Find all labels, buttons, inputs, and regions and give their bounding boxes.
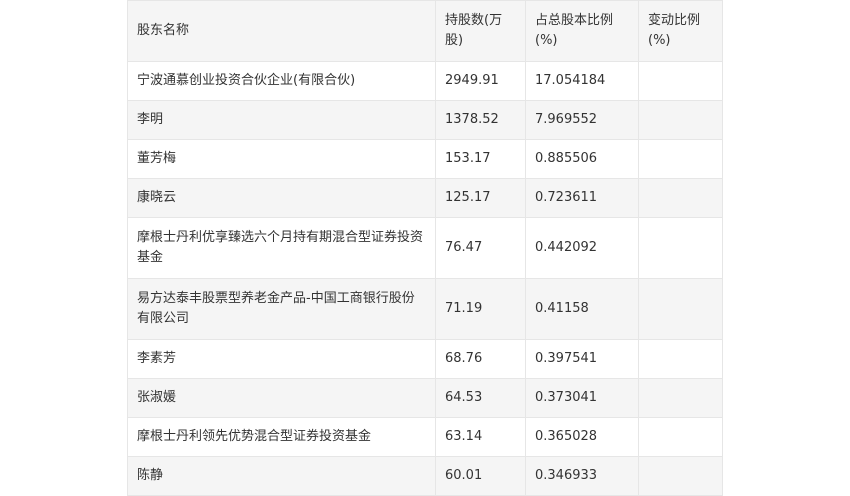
cell-name: 宁波通慕创业投资合伙企业(有限合伙) xyxy=(127,61,436,101)
cell-shares: 60.01 xyxy=(435,456,526,496)
cell-shares: 1378.52 xyxy=(435,100,526,140)
cell-change xyxy=(638,100,723,140)
cell-name: 李明 xyxy=(127,100,436,140)
table-row: 宁波通慕创业投资合伙企业(有限合伙) 2949.91 17.054184 xyxy=(127,61,723,101)
cell-name: 李素芳 xyxy=(127,339,436,379)
cell-name: 康晓云 xyxy=(127,178,436,218)
cell-name: 摩根士丹利领先优势混合型证券投资基金 xyxy=(127,417,436,457)
table-row: 张淑媛 64.53 0.373041 xyxy=(127,378,723,418)
cell-change xyxy=(638,378,723,418)
cell-change xyxy=(638,456,723,496)
cell-shares: 63.14 xyxy=(435,417,526,457)
table-row: 易方达泰丰股票型养老金产品-中国工商银行股份有限公司 71.19 0.41158 xyxy=(127,278,723,340)
cell-ratio: 0.41158 xyxy=(525,278,639,340)
cell-ratio: 0.885506 xyxy=(525,139,639,179)
cell-shares: 125.17 xyxy=(435,178,526,218)
cell-change xyxy=(638,61,723,101)
cell-shares: 76.47 xyxy=(435,217,526,279)
header-shares-held: 持股数(万股) xyxy=(435,0,526,62)
cell-shares: 153.17 xyxy=(435,139,526,179)
table-row: 摩根士丹利领先优势混合型证券投资基金 63.14 0.365028 xyxy=(127,417,723,457)
cell-ratio: 0.346933 xyxy=(525,456,639,496)
cell-ratio: 0.373041 xyxy=(525,378,639,418)
cell-name: 易方达泰丰股票型养老金产品-中国工商银行股份有限公司 xyxy=(127,278,436,340)
cell-name: 摩根士丹利优享臻选六个月持有期混合型证券投资基金 xyxy=(127,217,436,279)
cell-shares: 2949.91 xyxy=(435,61,526,101)
cell-ratio: 0.397541 xyxy=(525,339,639,379)
cell-change xyxy=(638,339,723,379)
table-row: 李明 1378.52 7.969552 xyxy=(127,100,723,140)
cell-ratio: 0.442092 xyxy=(525,217,639,279)
cell-change xyxy=(638,217,723,279)
cell-name: 陈静 xyxy=(127,456,436,496)
cell-ratio: 0.723611 xyxy=(525,178,639,218)
cell-change xyxy=(638,139,723,179)
shareholder-table: 股东名称 持股数(万股) 占总股本比例(%) 变动比例(%) 宁波通慕创业投资合… xyxy=(127,0,723,496)
cell-shares: 71.19 xyxy=(435,278,526,340)
cell-ratio: 7.969552 xyxy=(525,100,639,140)
table-row: 摩根士丹利优享臻选六个月持有期混合型证券投资基金 76.47 0.442092 xyxy=(127,217,723,279)
table-row: 董芳梅 153.17 0.885506 xyxy=(127,139,723,179)
cell-shares: 64.53 xyxy=(435,378,526,418)
table-row: 陈静 60.01 0.346933 xyxy=(127,456,723,496)
cell-shares: 68.76 xyxy=(435,339,526,379)
table-row: 李素芳 68.76 0.397541 xyxy=(127,339,723,379)
cell-name: 董芳梅 xyxy=(127,139,436,179)
cell-ratio: 0.365028 xyxy=(525,417,639,457)
cell-change xyxy=(638,278,723,340)
header-change-ratio: 变动比例(%) xyxy=(638,0,723,62)
table-row: 康晓云 125.17 0.723611 xyxy=(127,178,723,218)
cell-change xyxy=(638,178,723,218)
cell-name: 张淑媛 xyxy=(127,378,436,418)
table-header-row: 股东名称 持股数(万股) 占总股本比例(%) 变动比例(%) xyxy=(127,0,723,62)
header-share-ratio: 占总股本比例(%) xyxy=(525,0,639,62)
cell-change xyxy=(638,417,723,457)
cell-ratio: 17.054184 xyxy=(525,61,639,101)
header-shareholder-name: 股东名称 xyxy=(127,0,436,62)
